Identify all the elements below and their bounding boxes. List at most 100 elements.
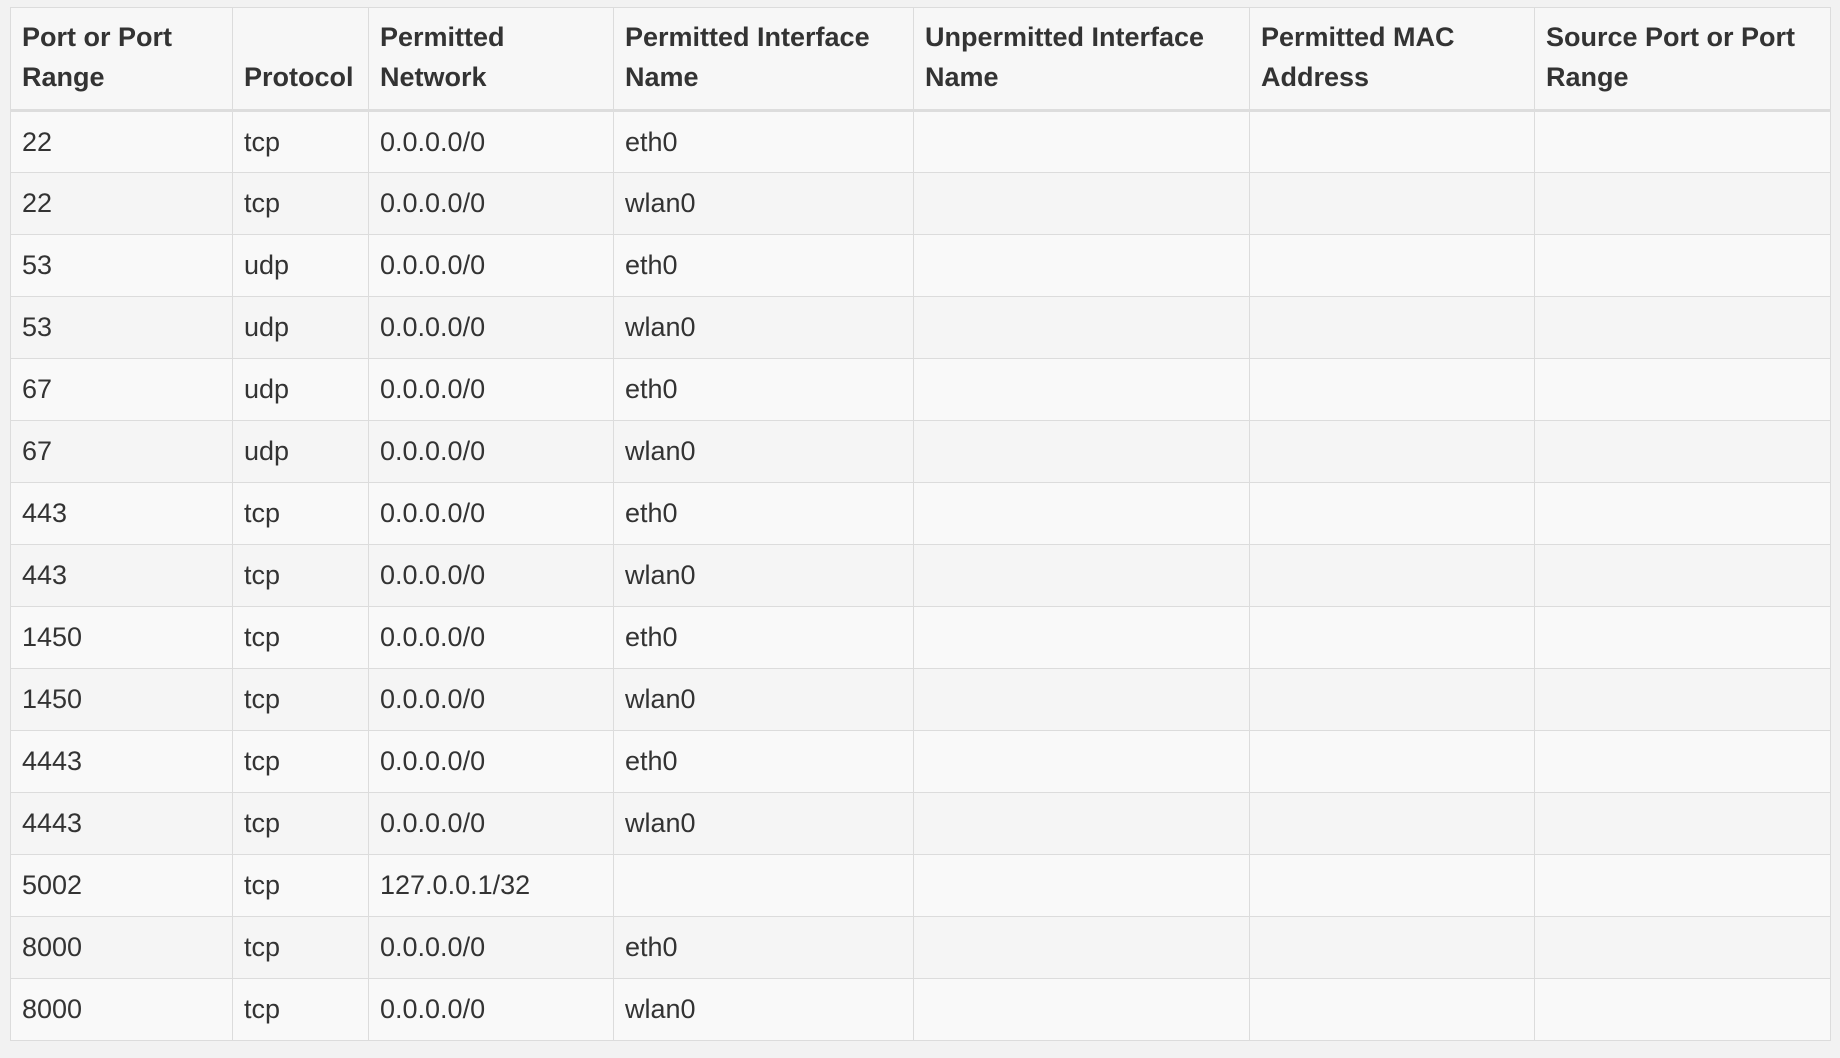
cell-permitted-interface: eth0: [613, 358, 914, 421]
table-row: 67 udp 0.0.0.0/0 eth0: [10, 358, 1831, 421]
cell-source-port: [1534, 420, 1831, 483]
cell-permitted-interface: eth0: [613, 606, 914, 669]
cell-permitted-network: 0.0.0.0/0: [368, 606, 614, 669]
cell-permitted-interface: wlan0: [613, 172, 914, 235]
table-row: 5002 tcp 127.0.0.1/32: [10, 854, 1831, 917]
cell-permitted-network: 0.0.0.0/0: [368, 296, 614, 359]
cell-protocol: udp: [232, 296, 369, 359]
cell-port: 22: [10, 110, 233, 173]
cell-protocol: tcp: [232, 606, 369, 669]
cell-permitted-interface: wlan0: [613, 296, 914, 359]
cell-permitted-mac: [1249, 296, 1535, 359]
cell-source-port: [1534, 296, 1831, 359]
cell-permitted-mac: [1249, 482, 1535, 545]
cell-permitted-interface: wlan0: [613, 420, 914, 483]
cell-permitted-interface: wlan0: [613, 668, 914, 731]
cell-permitted-mac: [1249, 792, 1535, 855]
cell-protocol: udp: [232, 234, 369, 297]
cell-protocol: tcp: [232, 482, 369, 545]
cell-protocol: udp: [232, 358, 369, 421]
table-row: 1450 tcp 0.0.0.0/0 eth0: [10, 606, 1831, 669]
table-row: 53 udp 0.0.0.0/0 wlan0: [10, 296, 1831, 359]
cell-permitted-network: 0.0.0.0/0: [368, 792, 614, 855]
table-header: Port or Port Range Protocol Permitted Ne…: [10, 7, 1831, 112]
cell-source-port: [1534, 110, 1831, 173]
cell-protocol: tcp: [232, 730, 369, 793]
table-row: 443 tcp 0.0.0.0/0 eth0: [10, 482, 1831, 545]
column-header-permitted-network: Permitted Network: [368, 7, 614, 112]
cell-source-port: [1534, 668, 1831, 731]
cell-permitted-interface: wlan0: [613, 544, 914, 607]
cell-permitted-interface: [613, 854, 914, 917]
cell-permitted-interface: eth0: [613, 110, 914, 173]
cell-unpermitted-interface: [913, 606, 1250, 669]
cell-protocol: tcp: [232, 668, 369, 731]
table-row: 8000 tcp 0.0.0.0/0 eth0: [10, 916, 1831, 979]
cell-permitted-network: 0.0.0.0/0: [368, 358, 614, 421]
cell-permitted-network: 127.0.0.1/32: [368, 854, 614, 917]
cell-permitted-network: 0.0.0.0/0: [368, 978, 614, 1041]
cell-port: 53: [10, 296, 233, 359]
cell-permitted-network: 0.0.0.0/0: [368, 730, 614, 793]
table-row: 1450 tcp 0.0.0.0/0 wlan0: [10, 668, 1831, 731]
cell-port: 4443: [10, 792, 233, 855]
firewall-rules-table-container: Port or Port Range Protocol Permitted Ne…: [10, 7, 1831, 1041]
cell-permitted-mac: [1249, 544, 1535, 607]
cell-permitted-network: 0.0.0.0/0: [368, 420, 614, 483]
table-body: 22 tcp 0.0.0.0/0 eth0 22 tcp 0.0.0.0/0 wlan0 53 u…: [10, 110, 1831, 1041]
cell-unpermitted-interface: [913, 916, 1250, 979]
cell-protocol: tcp: [232, 916, 369, 979]
table-row: 22 tcp 0.0.0.0/0 eth0: [10, 110, 1831, 173]
cell-permitted-mac: [1249, 668, 1535, 731]
cell-source-port: [1534, 234, 1831, 297]
cell-protocol: tcp: [232, 854, 369, 917]
cell-protocol: tcp: [232, 110, 369, 173]
cell-protocol: udp: [232, 420, 369, 483]
cell-permitted-interface: eth0: [613, 730, 914, 793]
cell-permitted-mac: [1249, 854, 1535, 917]
column-header-permitted-interface: Permitted Interface Name: [613, 7, 914, 112]
cell-unpermitted-interface: [913, 358, 1250, 421]
cell-permitted-interface: wlan0: [613, 792, 914, 855]
table-row: 53 udp 0.0.0.0/0 eth0: [10, 234, 1831, 297]
cell-permitted-mac: [1249, 172, 1535, 235]
cell-port: 5002: [10, 854, 233, 917]
cell-port: 4443: [10, 730, 233, 793]
cell-permitted-mac: [1249, 234, 1535, 297]
cell-port: 67: [10, 358, 233, 421]
cell-source-port: [1534, 730, 1831, 793]
cell-unpermitted-interface: [913, 172, 1250, 235]
column-header-permitted-mac: Permitted MAC Address: [1249, 7, 1535, 112]
table-row: 8000 tcp 0.0.0.0/0 wlan0: [10, 978, 1831, 1041]
cell-protocol: tcp: [232, 172, 369, 235]
cell-unpermitted-interface: [913, 110, 1250, 173]
cell-permitted-mac: [1249, 420, 1535, 483]
cell-port: 67: [10, 420, 233, 483]
cell-port: 8000: [10, 916, 233, 979]
cell-protocol: tcp: [232, 544, 369, 607]
cell-permitted-mac: [1249, 358, 1535, 421]
cell-protocol: tcp: [232, 792, 369, 855]
cell-permitted-mac: [1249, 978, 1535, 1041]
cell-unpermitted-interface: [913, 544, 1250, 607]
cell-source-port: [1534, 978, 1831, 1041]
cell-unpermitted-interface: [913, 482, 1250, 545]
cell-source-port: [1534, 482, 1831, 545]
header-row: Port or Port Range Protocol Permitted Ne…: [10, 7, 1831, 112]
cell-unpermitted-interface: [913, 792, 1250, 855]
cell-unpermitted-interface: [913, 730, 1250, 793]
cell-unpermitted-interface: [913, 420, 1250, 483]
cell-unpermitted-interface: [913, 668, 1250, 731]
cell-permitted-network: 0.0.0.0/0: [368, 544, 614, 607]
cell-permitted-network: 0.0.0.0/0: [368, 172, 614, 235]
cell-permitted-mac: [1249, 606, 1535, 669]
cell-unpermitted-interface: [913, 978, 1250, 1041]
cell-permitted-network: 0.0.0.0/0: [368, 916, 614, 979]
table-row: 67 udp 0.0.0.0/0 wlan0: [10, 420, 1831, 483]
cell-permitted-interface: eth0: [613, 482, 914, 545]
cell-permitted-mac: [1249, 110, 1535, 173]
cell-port: 53: [10, 234, 233, 297]
cell-permitted-interface: wlan0: [613, 978, 914, 1041]
cell-protocol: tcp: [232, 978, 369, 1041]
column-header-protocol: Protocol: [232, 7, 369, 112]
